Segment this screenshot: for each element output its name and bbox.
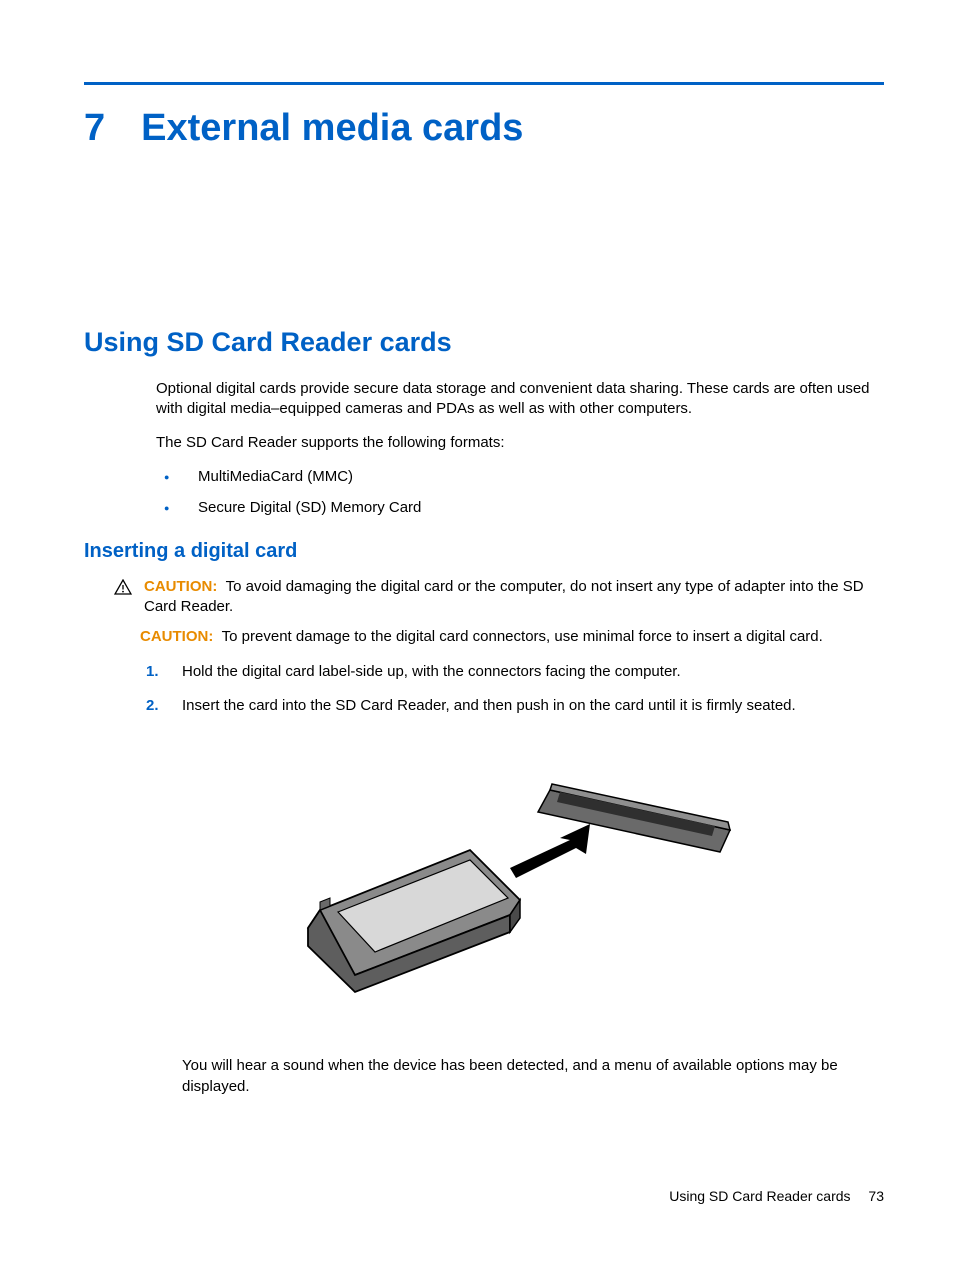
caution-label: CAUTION:	[144, 578, 217, 595]
intro-paragraph: Optional digital cards provide secure da…	[156, 379, 884, 420]
list-item: Secure Digital (SD) Memory Card	[156, 498, 884, 518]
step-number: 1.	[146, 662, 159, 682]
chapter-title: External media cards	[141, 103, 523, 154]
step-item: 1. Hold the digital card label-side up, …	[140, 662, 884, 682]
caution-label: CAUTION:	[140, 628, 213, 645]
section-body: Optional digital cards provide secure da…	[156, 379, 884, 518]
top-rule	[84, 82, 884, 85]
caution-1-text: CAUTION: To avoid damaging the digital c…	[144, 577, 884, 618]
caution-area: CAUTION: To avoid damaging the digital c…	[140, 577, 884, 1097]
footer-page-number: 73	[868, 1188, 884, 1204]
step-text: Insert the card into the SD Card Reader,…	[182, 697, 796, 714]
formats-list: MultiMediaCard (MMC) Secure Digital (SD)…	[156, 467, 884, 518]
subsection-title: Inserting a digital card	[84, 538, 884, 565]
caution-icon	[114, 579, 132, 601]
caution-1: CAUTION: To avoid damaging the digital c…	[114, 577, 884, 618]
page-footer: Using SD Card Reader cards 73	[669, 1187, 884, 1206]
chapter-number: 7	[84, 103, 105, 154]
caution-2-body: To prevent damage to the digital card co…	[222, 628, 823, 645]
steps-list: 1. Hold the digital card label-side up, …	[140, 662, 884, 717]
chapter-heading: 7 External media cards	[84, 103, 884, 154]
step-number: 2.	[146, 696, 159, 716]
list-item: MultiMediaCard (MMC)	[156, 467, 884, 487]
post-illustration-text: You will hear a sound when the device ha…	[182, 1056, 884, 1097]
section-title: Using SD Card Reader cards	[84, 324, 884, 360]
step-item: 2. Insert the card into the SD Card Read…	[140, 696, 884, 716]
step-text: Hold the digital card label-side up, wit…	[182, 663, 681, 680]
caution-2: CAUTION: To prevent damage to the digita…	[140, 627, 884, 647]
caution-1-body: To avoid damaging the digital card or th…	[144, 578, 864, 615]
sd-card-illustration	[260, 760, 760, 1020]
supports-line: The SD Card Reader supports the followin…	[156, 433, 884, 453]
page-content: 7 External media cards Using SD Card Rea…	[0, 0, 954, 1097]
footer-text: Using SD Card Reader cards	[669, 1188, 850, 1204]
